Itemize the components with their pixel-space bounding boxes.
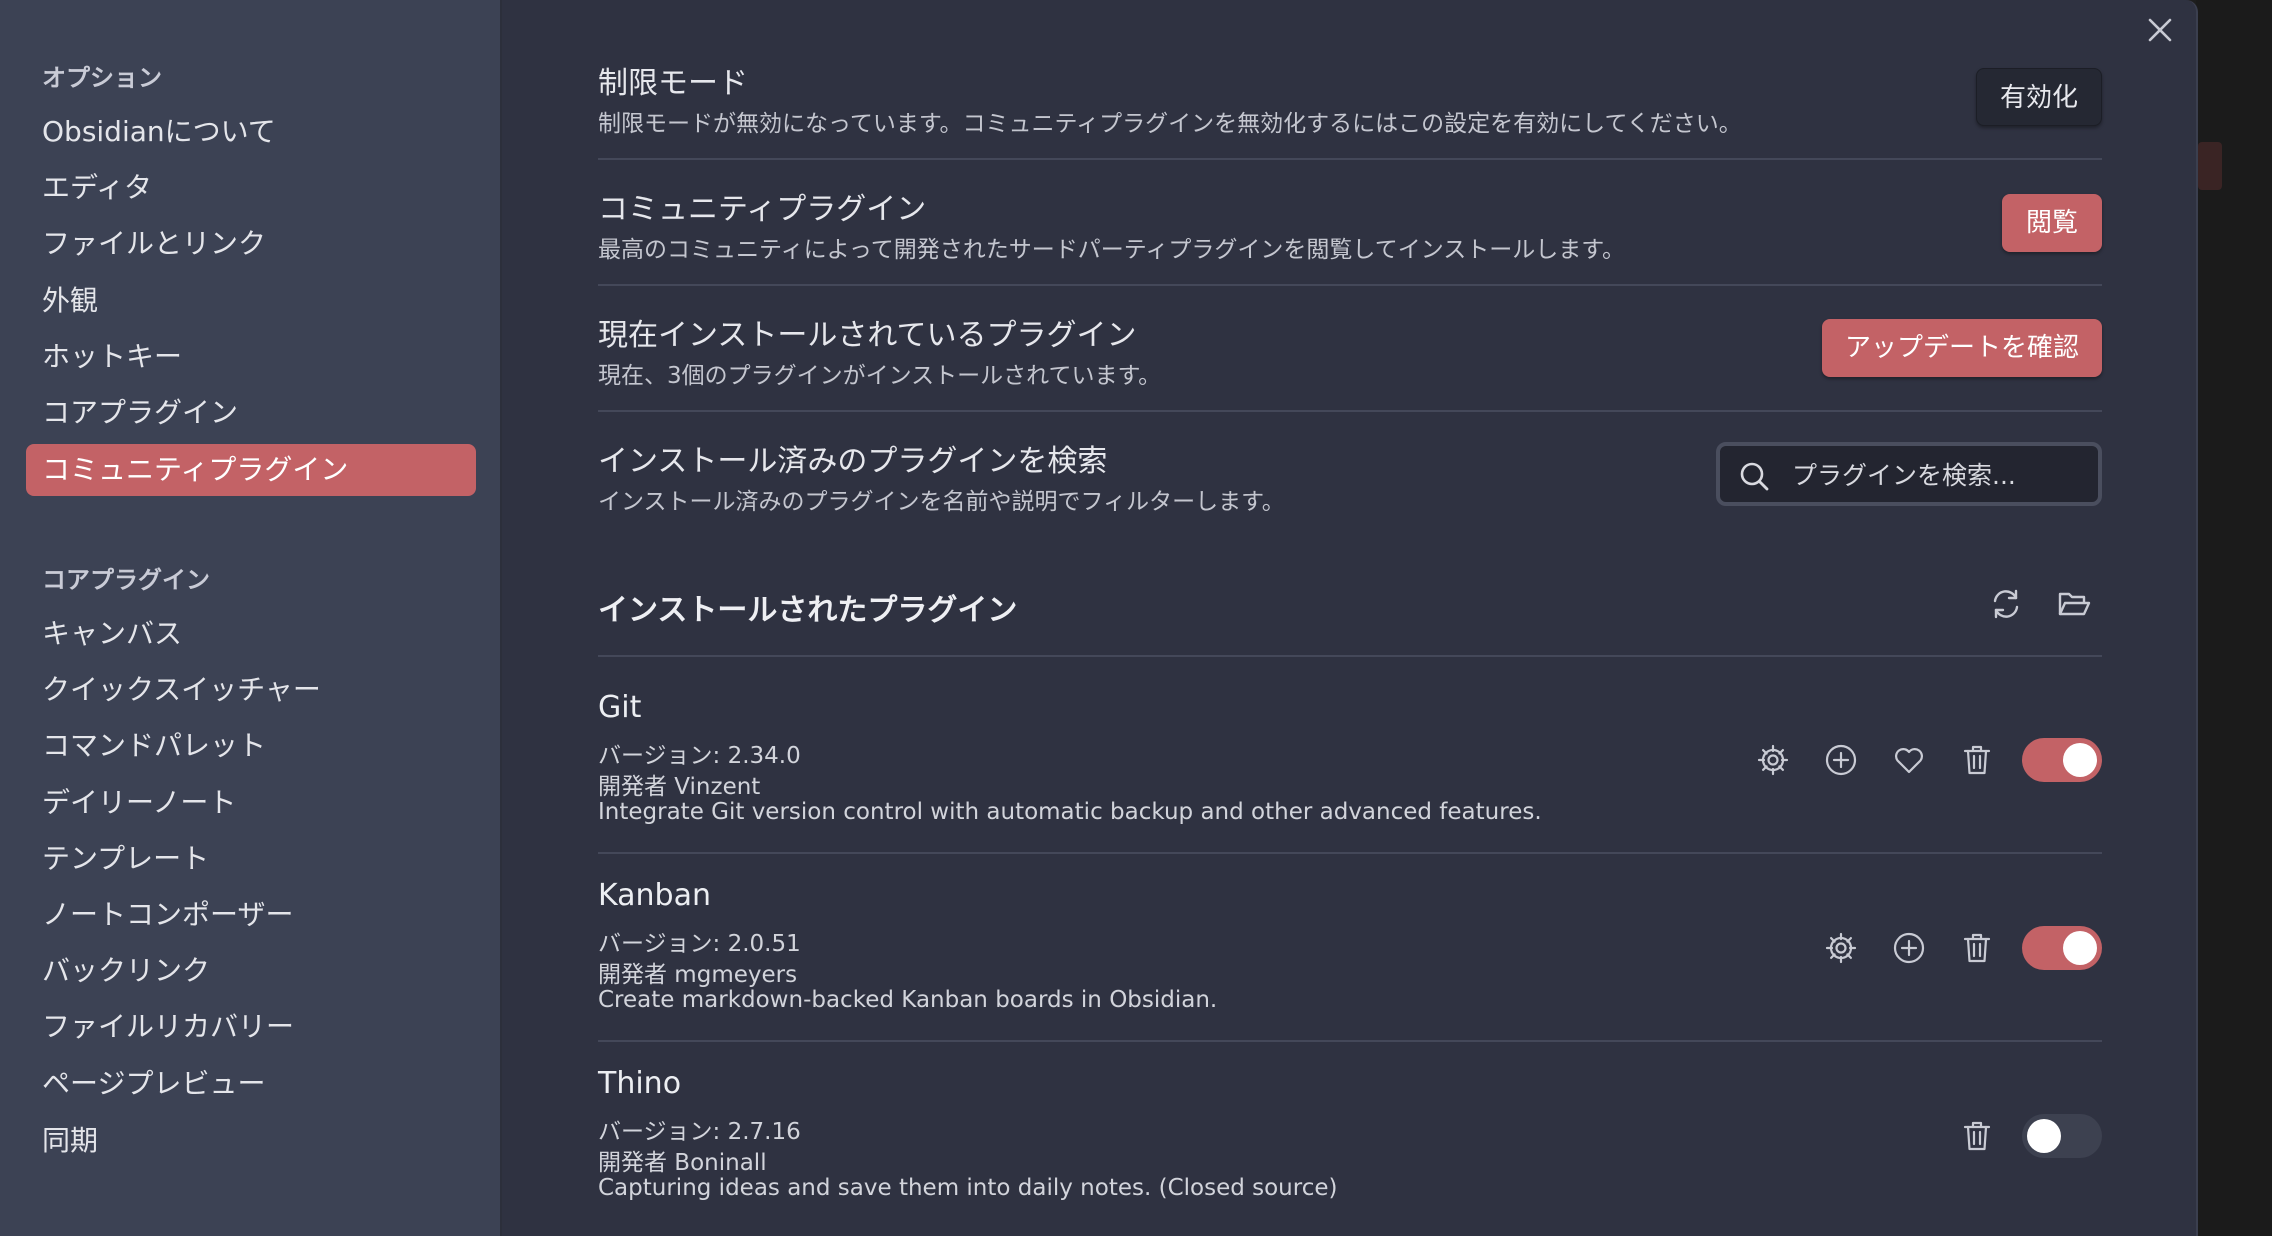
heart-icon[interactable] xyxy=(1891,742,1927,778)
close-icon xyxy=(2148,18,2172,42)
setting-name: インストール済みのプラグインを検索 xyxy=(598,444,1108,479)
search-icon xyxy=(1740,462,1769,491)
setting-name: コミュニティプラグイン xyxy=(598,192,927,227)
sidebar-item-hotkeys[interactable]: ホットキー xyxy=(26,331,476,383)
add-circle-icon[interactable] xyxy=(1891,930,1927,966)
gear-icon[interactable] xyxy=(1823,930,1859,966)
plugin-search-input[interactable] xyxy=(1790,454,2084,496)
plugin-version: バージョン: 2.34.0 xyxy=(598,743,801,769)
plugin-version: バージョン: 2.7.16 xyxy=(598,1119,801,1145)
add-circle-icon[interactable] xyxy=(1823,742,1859,778)
setting-description: 最高のコミュニティによって開発されたサードパーティプラグインを閲覧してインストー… xyxy=(598,237,1625,263)
trash-icon[interactable] xyxy=(1959,742,1995,778)
toggle-knob xyxy=(2063,743,2097,777)
setting-description: 現在、3個のプラグインがインストールされています。 xyxy=(598,363,1162,389)
sidebar-item-sync[interactable]: 同期 xyxy=(26,1115,476,1167)
settings-sidebar: オプション Obsidianについて エディタ ファイルとリンク 外観 ホットキ… xyxy=(0,0,502,1236)
divider xyxy=(598,852,2102,854)
plugin-author: 開発者 Vinzent xyxy=(598,774,761,800)
plugin-description: Integrate Git version control with autom… xyxy=(598,799,1542,825)
plugin-name: Git xyxy=(598,690,642,725)
installed-plugins-heading: インストールされたプラグイン xyxy=(598,593,1018,628)
setting-name: 現在インストールされているプラグイン xyxy=(598,318,1137,353)
sidebar-item-core-plugins[interactable]: コアプラグイン xyxy=(26,387,476,439)
sidebar-item-file-recovery[interactable]: ファイルリカバリー xyxy=(26,1001,476,1053)
plugin-item-thino: Thino バージョン: 2.7.16 開発者 Boninall Capturi… xyxy=(598,1066,2102,1226)
settings-modal: オプション Obsidianについて エディタ ファイルとリンク 外観 ホットキ… xyxy=(0,0,2198,1236)
plugin-enable-toggle[interactable] xyxy=(2022,738,2102,782)
sidebar-item-files-links[interactable]: ファイルとリンク xyxy=(26,218,476,270)
plugin-enable-toggle[interactable] xyxy=(2022,1114,2102,1158)
plugin-author: 開発者 Boninall xyxy=(598,1150,767,1176)
plugin-description: Create markdown-backed Kanban boards in … xyxy=(598,987,1218,1013)
plugin-name: Thino xyxy=(598,1066,682,1101)
gear-icon[interactable] xyxy=(1755,742,1791,778)
sidebar-item-page-preview[interactable]: ページプレビュー xyxy=(26,1058,476,1110)
settings-content: 制限モード 制限モードが無効になっています。コミュニティプラグインを無効化するに… xyxy=(598,0,2102,1236)
sidebar-item-canvas[interactable]: キャンバス xyxy=(26,608,476,660)
background-accent-chip xyxy=(2198,142,2222,190)
plugin-search-box[interactable] xyxy=(1716,442,2102,506)
trash-icon[interactable] xyxy=(1959,930,1995,966)
refresh-icon[interactable] xyxy=(1988,586,2024,622)
setting-name: 制限モード xyxy=(598,66,748,101)
plugin-enable-toggle[interactable] xyxy=(2022,926,2102,970)
divider xyxy=(598,1040,2102,1042)
sidebar-item-backlinks[interactable]: バックリンク xyxy=(26,945,476,997)
divider xyxy=(598,410,2102,412)
setting-restricted-mode: 制限モード 制限モードが無効になっています。コミュニティプラグインを無効化するに… xyxy=(598,58,2102,158)
plugin-name: Kanban xyxy=(598,878,711,913)
sidebar-item-command-palette[interactable]: コマンドパレット xyxy=(26,720,476,772)
sidebar-heading-options: オプション xyxy=(42,64,162,92)
sidebar-heading-core-plugins: コアプラグイン xyxy=(42,566,210,594)
enable-restricted-mode-button[interactable]: 有効化 xyxy=(1976,68,2102,126)
sidebar-item-community-plugins[interactable]: コミュニティプラグイン xyxy=(26,444,476,496)
sidebar-item-quick-switcher[interactable]: クイックスイッチャー xyxy=(26,664,476,716)
trash-icon[interactable] xyxy=(1959,1118,1995,1154)
app-background xyxy=(2196,0,2272,1236)
plugin-item-git: Git バージョン: 2.34.0 開発者 Vinzent Integrate … xyxy=(598,690,2102,850)
plugin-description: Capturing ideas and save them into daily… xyxy=(598,1175,1338,1201)
toggle-knob xyxy=(2063,931,2097,965)
browse-plugins-button[interactable]: 閲覧 xyxy=(2002,194,2102,252)
toggle-knob xyxy=(2027,1119,2061,1153)
sidebar-item-daily-notes[interactable]: デイリーノート xyxy=(26,777,476,829)
setting-description: インストール済みのプラグインを名前や説明でフィルターします。 xyxy=(598,489,1285,515)
plugin-author: 開発者 mgmeyers xyxy=(598,962,798,988)
sidebar-item-about[interactable]: Obsidianについて xyxy=(26,106,476,158)
plugin-item-kanban: Kanban バージョン: 2.0.51 開発者 mgmeyers Create… xyxy=(598,878,2102,1038)
sidebar-item-appearance[interactable]: 外観 xyxy=(26,275,476,327)
plugin-version: バージョン: 2.0.51 xyxy=(598,931,801,957)
setting-description: 制限モードが無効になっています。コミュニティプラグインを無効化するにはこの設定を… xyxy=(598,111,1742,137)
close-button[interactable] xyxy=(2144,14,2176,46)
sidebar-item-editor[interactable]: エディタ xyxy=(26,162,476,214)
sidebar-item-note-composer[interactable]: ノートコンポーザー xyxy=(26,889,476,941)
divider xyxy=(598,655,2102,657)
check-updates-button[interactable]: アップデートを確認 xyxy=(1822,319,2102,377)
folder-open-icon[interactable] xyxy=(2056,586,2092,622)
sidebar-item-templates[interactable]: テンプレート xyxy=(26,833,476,885)
setting-community-plugins: コミュニティプラグイン 最高のコミュニティによって開発されたサードパーティプラグ… xyxy=(598,184,2102,284)
divider xyxy=(598,158,2102,160)
divider xyxy=(598,284,2102,286)
